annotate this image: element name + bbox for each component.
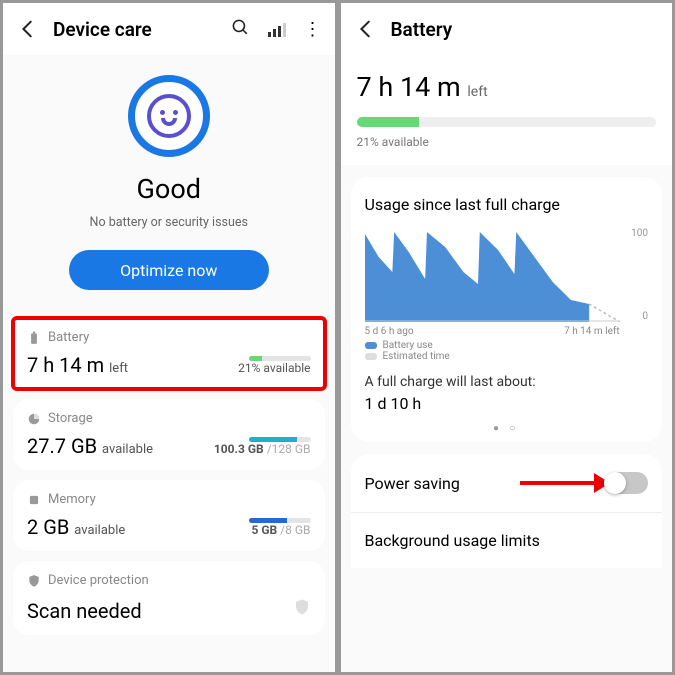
shield-icon bbox=[27, 574, 41, 588]
battery-header: Battery bbox=[341, 3, 673, 55]
storage-card[interactable]: Storage 27.7 GB available 100.3 GB /128 … bbox=[13, 399, 325, 470]
memory-card[interactable]: Memory 2 GB available 5 GB /8 GB bbox=[13, 480, 325, 551]
battery-progress bbox=[357, 117, 657, 127]
page-title: Battery bbox=[391, 18, 659, 41]
search-icon[interactable] bbox=[231, 18, 250, 41]
back-icon[interactable] bbox=[17, 18, 39, 40]
storage-icon bbox=[27, 412, 41, 426]
optimize-button[interactable]: Optimize now bbox=[69, 250, 269, 290]
annotation-arrow bbox=[520, 473, 610, 493]
battery-percent-label: 21% available bbox=[357, 135, 657, 149]
full-charge-label: A full charge will last about: bbox=[365, 374, 649, 390]
smiley-icon bbox=[128, 75, 210, 157]
battery-card[interactable]: Battery 7 h 14 m left 21% available bbox=[13, 318, 325, 389]
chart-title: Usage since last full charge bbox=[365, 195, 649, 214]
device-status-hero: Good No battery or security issues Optim… bbox=[3, 55, 335, 308]
background-usage-row[interactable]: Background usage limits bbox=[351, 512, 663, 568]
y-axis-max: 100 bbox=[631, 228, 648, 239]
y-axis-min: 0 bbox=[642, 311, 648, 322]
page-title: Device care bbox=[53, 18, 231, 41]
battery-summary: 7 h 14 m left 21% available bbox=[341, 55, 673, 165]
x-axis-right: 7 h 14 m left bbox=[564, 326, 620, 337]
battery-icon bbox=[27, 331, 41, 345]
chart-legend: Battery use Estimated time bbox=[365, 340, 649, 362]
power-saving-row[interactable]: Power saving bbox=[351, 454, 663, 512]
full-charge-value: 1 d 10 h bbox=[365, 394, 649, 413]
shield-status-icon bbox=[293, 596, 311, 618]
usage-chart-card: Usage since last full charge 100 0 5 d 6… bbox=[351, 177, 663, 442]
battery-usage-chart bbox=[365, 232, 620, 322]
power-saving-toggle[interactable] bbox=[604, 472, 648, 494]
device-protection-card[interactable]: Device protection Scan needed bbox=[13, 561, 325, 635]
memory-icon bbox=[27, 493, 41, 507]
signal-icon[interactable] bbox=[268, 22, 286, 37]
status-subtext: No battery or security issues bbox=[3, 215, 335, 230]
device-care-header: Device care ⋮ bbox=[3, 3, 335, 55]
page-indicator[interactable]: ● ○ bbox=[365, 423, 649, 434]
back-icon[interactable] bbox=[355, 18, 377, 40]
status-text: Good bbox=[3, 173, 335, 205]
more-icon[interactable]: ⋮ bbox=[304, 19, 321, 40]
x-axis-left: 5 d 6 h ago bbox=[365, 326, 414, 337]
